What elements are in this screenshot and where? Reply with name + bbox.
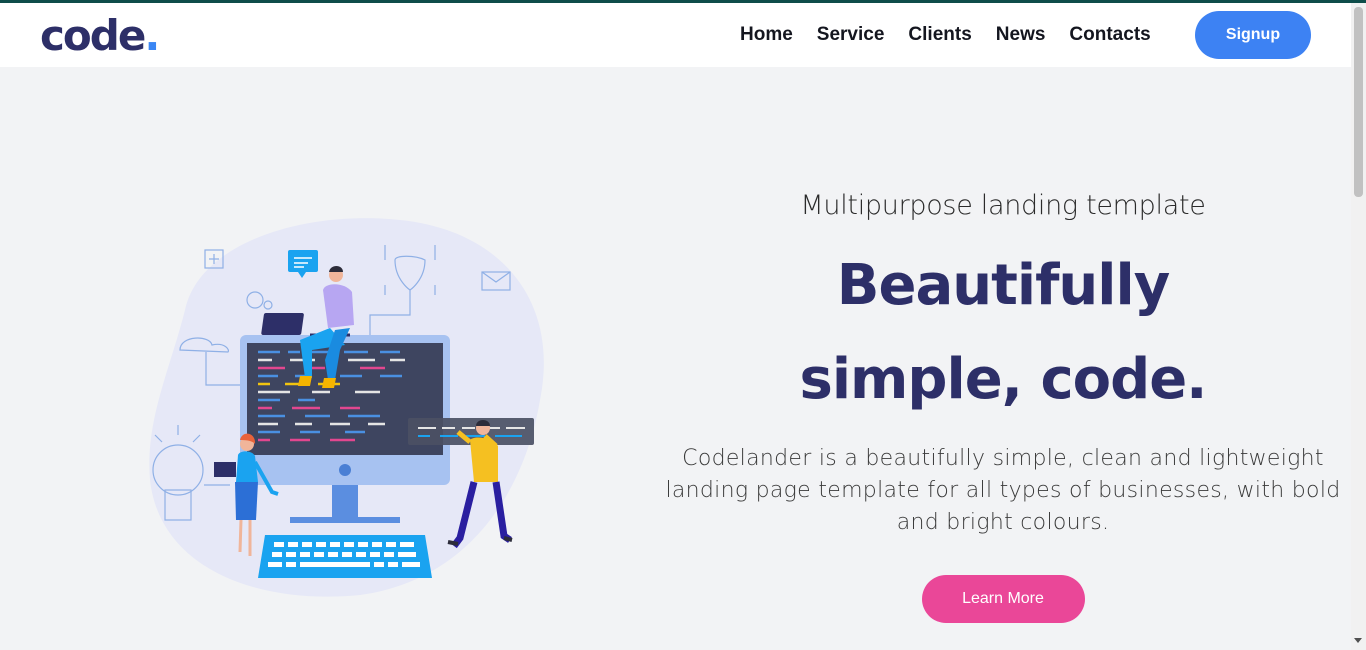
hero-headline-line2: simple, code. <box>799 347 1208 412</box>
hero-description: Codelander is a beautifully simple, clea… <box>665 446 1341 535</box>
nav-contacts-link[interactable]: Contacts <box>1069 24 1150 46</box>
scroll-down-arrow-icon[interactable] <box>1354 638 1362 643</box>
scrollbar-thumb[interactable] <box>1354 7 1363 197</box>
hero-illustration <box>149 218 544 597</box>
logo-text: code <box>40 11 146 60</box>
learn-more-button[interactable]: Learn More <box>921 575 1085 623</box>
hero-headline-line1: Beautifully <box>836 253 1170 318</box>
keyboard-graphic <box>258 535 432 578</box>
main-nav: Home Service Clients News Contacts <box>740 3 1175 67</box>
nav-news-link[interactable]: News <box>996 24 1046 46</box>
signup-button[interactable]: Signup <box>1195 11 1311 59</box>
hero-headline: Beautifully simple, code. <box>660 239 1346 427</box>
navbar: code. Home Service Clients News Contacts… <box>0 3 1351 67</box>
logo-dot: . <box>144 11 160 60</box>
logo[interactable]: code. <box>40 11 160 60</box>
hero-section: Multipurpose landing template Beautifull… <box>660 190 1346 623</box>
nav-clients-link[interactable]: Clients <box>908 24 971 46</box>
nav-home-link[interactable]: Home <box>740 24 793 46</box>
hero-eyebrow: Multipurpose landing template <box>800 190 1206 221</box>
nav-service-link[interactable]: Service <box>817 24 885 46</box>
chat-bubble-icon <box>288 250 318 272</box>
vertical-scrollbar[interactable] <box>1351 3 1366 650</box>
